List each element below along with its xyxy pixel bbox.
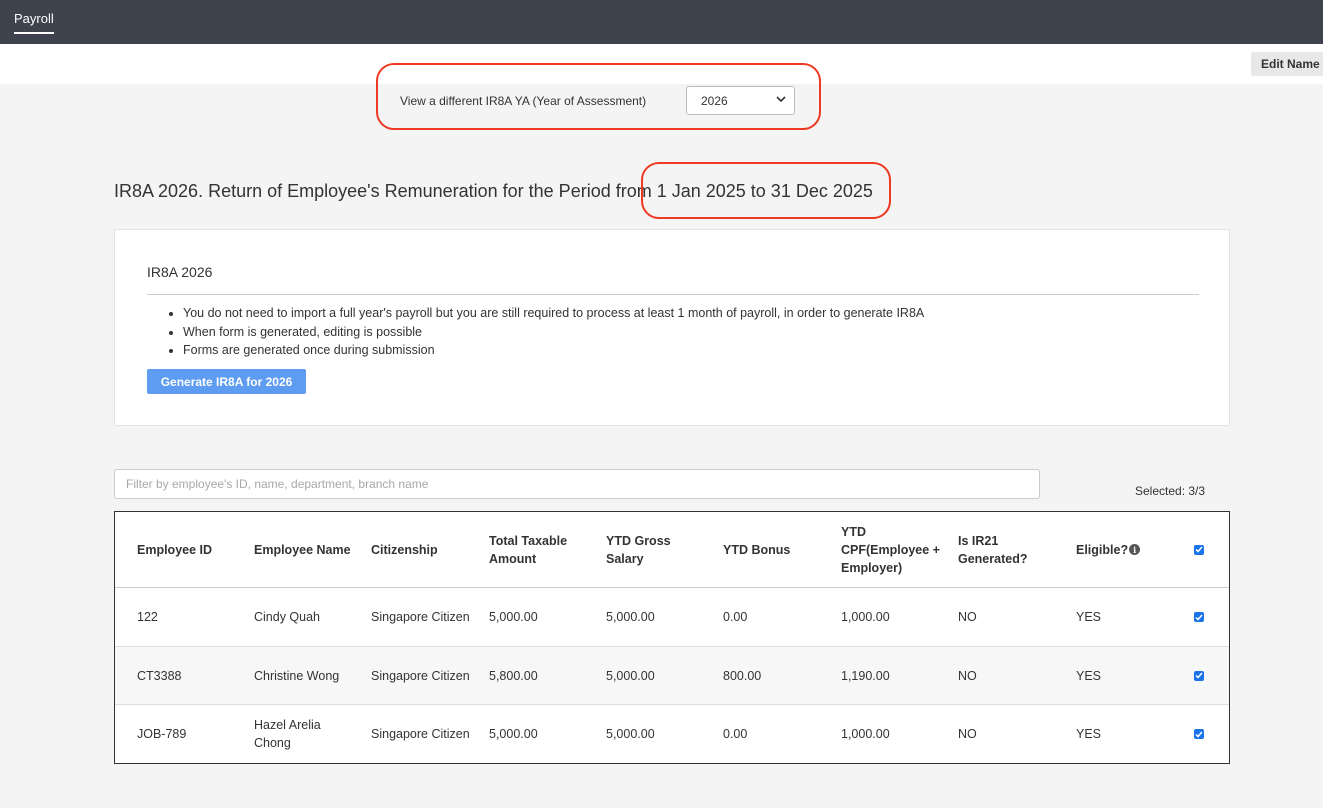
info-list: You do not need to import a full year's … [183,304,924,360]
row-checkbox-cell [1194,647,1214,704]
cell-ytd-cpf: 1,190.00 [841,668,890,683]
sub-header-bar [0,44,1323,84]
cell-ytd-gross: 5,000.00 [606,727,655,741]
cell-ytd-cpf: 1,000.00 [841,727,890,741]
card-title: IR8A 2026 [147,264,213,280]
cell-ytd-bonus: 0.00 [723,610,748,624]
cell-total-taxable: 5,800.00 [489,668,538,683]
col-header-employee-id: Employee ID [137,542,213,557]
top-nav-bar: Payroll [0,0,1323,44]
cell-employee-id: CT3388 [137,668,182,683]
cell-citizenship: Singapore Citizen [371,727,470,741]
ya-selector-label: View a different IR8A YA (Year of Assess… [400,93,647,108]
cell-ir21: NO [958,668,977,683]
edit-name-button[interactable]: Edit Name [1251,52,1323,76]
cell-employee-name: Hazel Arelia Chong [254,718,321,750]
col-header-ytd-bonus: YTD Bonus [723,542,791,557]
cell-employee-name: Christine Wong [254,668,340,683]
cell-citizenship: Singapore Citizen [371,668,470,683]
ya-selector-row: View a different IR8A YA (Year of Assess… [400,86,795,115]
cell-ytd-bonus: 800.00 [723,668,762,683]
ya-select-dropdown[interactable]: 2026 [686,86,795,115]
cell-ir21: NO [958,727,977,741]
row-checkbox-cell [1194,588,1214,646]
col-header-eligible-label: Eligible? [1076,542,1129,557]
table-row: CT3388 Christine Wong Singapore Citizen … [115,647,1229,705]
row-checkbox[interactable] [1194,729,1204,739]
ir8a-info-card: IR8A 2026 You do not need to import a fu… [114,229,1230,426]
col-header-total-taxable: Total Taxable Amount [489,533,568,566]
page-title-period: 1 Jan 2025 to 31 Dec 2025 [656,181,873,201]
table-row: 122 Cindy Quah Singapore Citizen 5,000.0… [115,588,1229,647]
page-title: IR8A 2026. Return of Employee's Remunera… [114,181,873,202]
col-header-employee-name: Employee Name [254,542,351,557]
cell-eligible: YES [1076,668,1102,683]
select-all-checkbox[interactable] [1194,544,1204,555]
col-header-ir21: Is IR21 Generated? [958,533,1028,566]
info-list-item: Forms are generated once during submissi… [183,341,924,360]
cell-eligible: YES [1076,610,1102,624]
card-divider [147,294,1199,295]
selected-count: Selected: 3/3 [1135,484,1206,498]
col-header-ytd-cpf: YTD CPF(Employee + Employer) [841,524,940,575]
cell-citizenship: Singapore Citizen [371,610,470,624]
employee-filter-input[interactable] [114,469,1040,499]
generate-ir8a-button[interactable]: Generate IR8A for 2026 [147,369,306,394]
employee-table: Employee ID Employee Name Citizenship To… [114,511,1230,764]
col-header-eligible: Eligible? i [1076,512,1176,587]
table-header-row: Employee ID Employee Name Citizenship To… [115,512,1229,588]
cell-employee-id: 122 [137,610,158,624]
tab-payroll[interactable]: Payroll [14,11,54,34]
col-header-citizenship: Citizenship [371,542,438,557]
cell-ytd-bonus: 0.00 [723,727,748,741]
row-checkbox-cell [1194,705,1214,763]
page-title-prefix: IR8A 2026. Return of Employee's Remunera… [114,181,657,201]
cell-ytd-gross: 5,000.00 [606,668,655,683]
chevron-down-icon [776,95,786,106]
info-icon[interactable]: i [1129,544,1141,555]
row-checkbox[interactable] [1194,612,1204,622]
cell-employee-name: Cindy Quah [254,610,321,624]
info-list-item: When form is generated, editing is possi… [183,323,924,342]
cell-total-taxable: 5,000.00 [489,610,538,624]
table-row: JOB-789 Hazel Arelia Chong Singapore Cit… [115,705,1229,764]
cell-eligible: YES [1076,727,1102,741]
cell-ytd-cpf: 1,000.00 [841,610,890,624]
ya-select-value: 2026 [701,93,728,108]
row-checkbox[interactable] [1194,670,1204,681]
cell-total-taxable: 5,000.00 [489,727,538,741]
cell-employee-id: JOB-789 [137,727,187,741]
cell-ir21: NO [958,610,977,624]
info-list-item: You do not need to import a full year's … [183,304,924,323]
select-all-cell [1194,512,1214,587]
cell-ytd-gross: 5,000.00 [606,610,655,624]
col-header-ytd-gross: YTD Gross Salary [606,533,671,566]
